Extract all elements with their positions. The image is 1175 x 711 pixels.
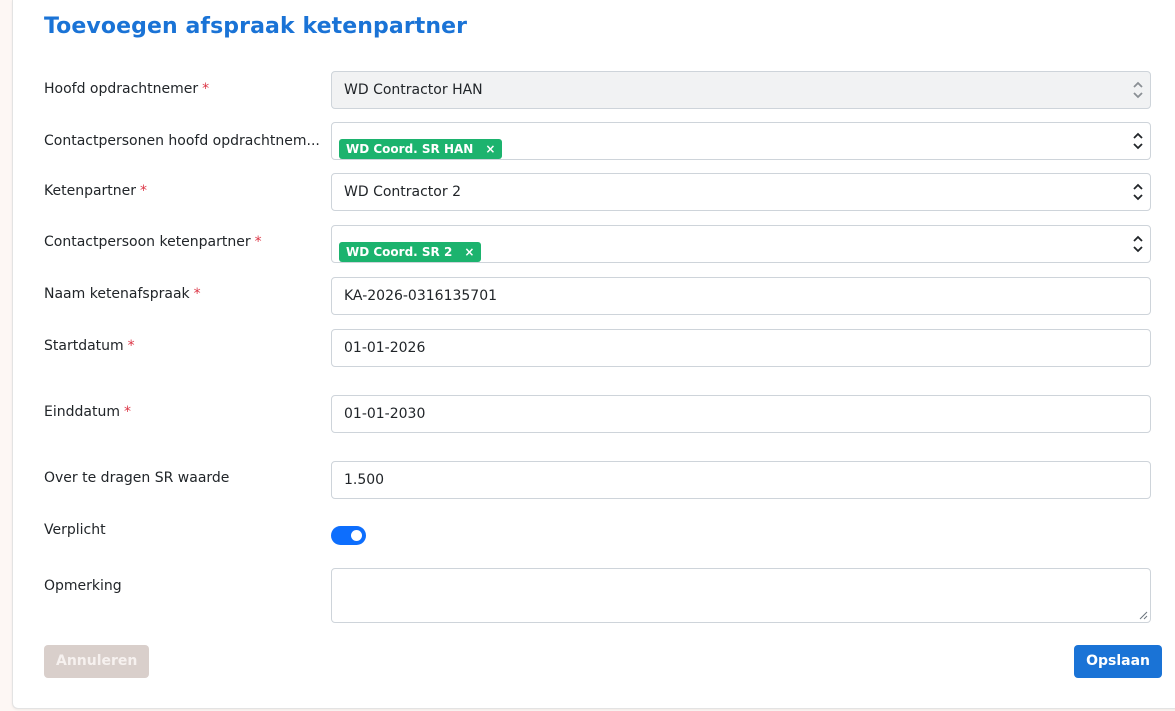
resize-grip-icon[interactable]	[1138, 610, 1148, 620]
naam-ketenafspraak-input[interactable]: KA-2026-0316135701	[331, 277, 1151, 315]
cancel-button[interactable]: Annuleren	[44, 645, 150, 678]
save-button[interactable]: Opslaan	[1074, 645, 1162, 678]
einddatum-input[interactable]: 01-01-2030	[331, 395, 1151, 433]
form-card: Toevoegen afspraak ketenpartner Hoofd op…	[12, 0, 1175, 709]
verplicht-label: Verplicht	[44, 522, 106, 538]
hoofd-opdrachtnemer-select[interactable]: WD Contractor HAN	[331, 71, 1151, 109]
sr-waarde-value: 1.500	[344, 472, 385, 488]
einddatum-value: 01-01-2030	[344, 406, 426, 422]
ketenpartner-label: Ketenpartner *	[44, 183, 148, 199]
opmerking-textarea[interactable]	[331, 568, 1151, 623]
page-title: Toevoegen afspraak ketenpartner	[44, 14, 468, 39]
chevron-up-down-icon	[1133, 235, 1143, 253]
remove-tag-icon[interactable]: ×	[485, 142, 495, 156]
naam-ketenafspraak-value: KA-2026-0316135701	[344, 288, 498, 304]
required-marker: *	[123, 404, 131, 420]
contactpersoon-ketenpartner-label: Contactpersoon ketenpartner *	[44, 234, 262, 250]
required-marker: *	[202, 81, 210, 97]
required-marker: *	[127, 338, 135, 354]
ketenpartner-value: WD Contractor 2	[344, 184, 461, 200]
chevron-up-down-icon	[1133, 183, 1143, 201]
ketenpartner-select[interactable]: WD Contractor 2	[331, 173, 1151, 211]
hoofd-opdrachtnemer-label: Hoofd opdrachtnemer *	[44, 81, 210, 97]
hoofd-opdrachtnemer-value: WD Contractor HAN	[344, 82, 483, 98]
required-marker: *	[140, 183, 148, 199]
chevron-up-down-icon	[1133, 81, 1143, 99]
opmerking-label: Opmerking	[44, 578, 122, 594]
startdatum-label: Startdatum *	[44, 338, 135, 354]
startdatum-input[interactable]: 01-01-2026	[331, 329, 1151, 367]
remove-tag-icon[interactable]: ×	[464, 245, 474, 259]
contactpersonen-hoofd-select[interactable]: WD Coord. SR HAN ×	[331, 122, 1151, 160]
einddatum-label: Einddatum *	[44, 404, 131, 420]
required-marker: *	[193, 286, 201, 302]
selected-tag: WD Coord. SR 2 ×	[339, 242, 482, 262]
verplicht-toggle[interactable]	[331, 526, 366, 545]
contactpersoon-ketenpartner-select[interactable]: WD Coord. SR 2 ×	[331, 225, 1151, 263]
chevron-up-down-icon	[1133, 132, 1143, 150]
startdatum-value: 01-01-2026	[344, 340, 426, 356]
toggle-knob	[351, 530, 362, 541]
naam-ketenafspraak-label: Naam ketenafspraak *	[44, 286, 201, 302]
sr-waarde-label: Over te dragen SR waarde	[44, 470, 230, 486]
selected-tag: WD Coord. SR HAN ×	[339, 139, 503, 159]
contactpersonen-hoofd-label: Contactpersonen hoofd opdrachtnem...	[44, 133, 319, 149]
required-marker: *	[254, 234, 262, 250]
sr-waarde-input[interactable]: 1.500	[331, 461, 1151, 499]
